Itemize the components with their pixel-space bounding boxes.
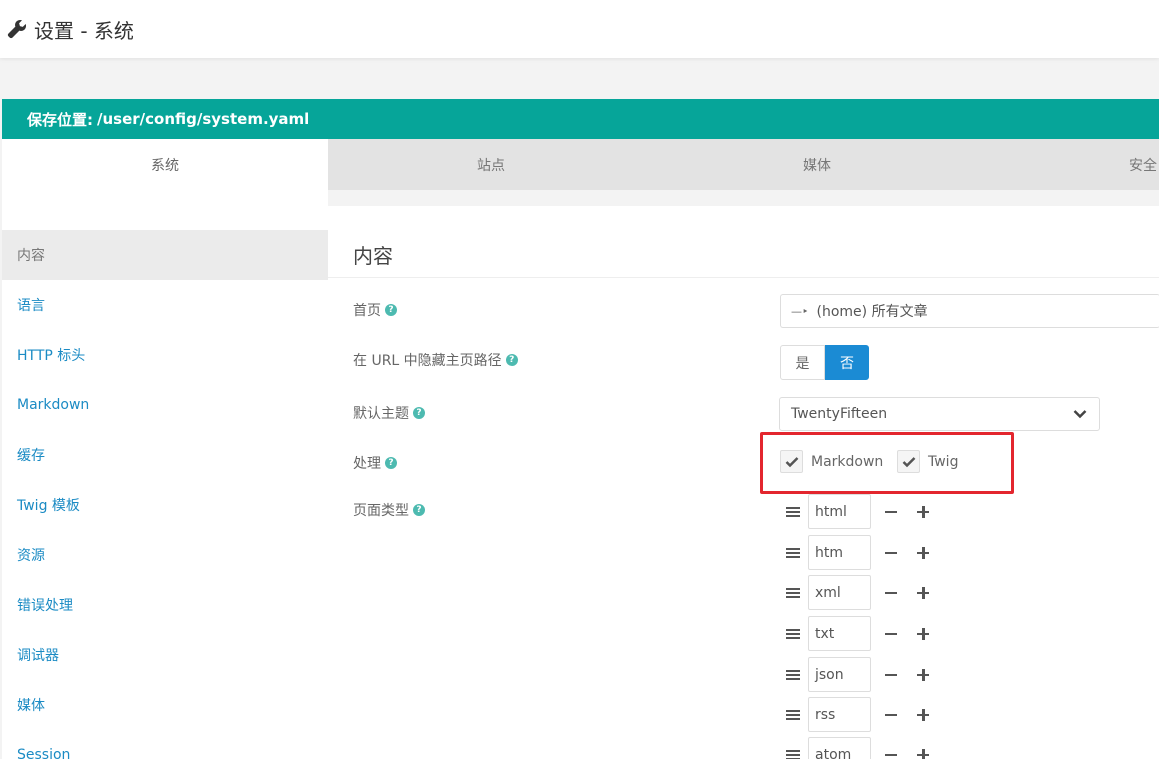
minus-icon[interactable] — [885, 547, 897, 559]
help-icon[interactable]: ? — [385, 457, 397, 469]
checkbox[interactable] — [897, 450, 920, 473]
list-item: rss — [786, 697, 929, 732]
drag-handle-icon[interactable] — [786, 749, 800, 759]
list-item: xml — [786, 575, 929, 610]
plus-icon[interactable] — [917, 748, 929, 759]
main-panel: 内容 首页 ? —‣ (home) 所有文章 在 URL 中隐藏主页路径 ? 是… — [328, 206, 1159, 759]
sidebar-item-cache[interactable]: 缓存 — [2, 430, 328, 480]
plus-icon[interactable] — [917, 586, 929, 599]
home-page-value: (home) 所有文章 — [816, 304, 928, 320]
toggle-no-button[interactable]: 否 — [825, 345, 869, 380]
process-markdown-checkbox[interactable]: Markdown — [780, 450, 883, 473]
minus-icon[interactable] — [885, 587, 897, 599]
minus-icon[interactable] — [885, 749, 897, 759]
hide-home-route-toggle: 是 否 — [780, 345, 869, 380]
sidebar-item-assets[interactable]: 资源 — [2, 530, 328, 580]
sidebar-item-markdown[interactable]: Markdown — [2, 380, 328, 430]
list-item: txt — [786, 616, 929, 651]
page-type-input[interactable]: html — [808, 494, 871, 529]
home-page-select[interactable]: —‣ (home) 所有文章 — [780, 294, 1159, 328]
tab-media[interactable]: 媒体 — [654, 139, 980, 190]
section-title: 内容 — [353, 244, 393, 268]
minus-icon[interactable] — [885, 669, 897, 681]
hide-home-route-label: 在 URL 中隐藏主页路径 ? — [353, 350, 518, 370]
save-location-label: 保存位置: — [27, 110, 93, 129]
plus-icon[interactable] — [917, 627, 929, 640]
list-item: atom — [786, 737, 929, 759]
save-location-bar: 保存位置: /user/config/system.yaml — [2, 99, 1159, 139]
home-label: 首页 ? — [353, 300, 397, 320]
sidebar-item-session[interactable]: Session — [2, 730, 328, 759]
default-theme-select[interactable]: TwentyFifteen — [779, 397, 1100, 431]
sidebar-item-content[interactable]: 内容 — [2, 230, 328, 280]
drag-handle-icon[interactable] — [786, 669, 800, 681]
home-label-text: 首页 — [353, 303, 381, 319]
settings-tabs: 系统 站点 媒体 安全 — [2, 139, 1159, 190]
list-item: htm — [786, 535, 929, 570]
page-type-input[interactable]: json — [808, 657, 871, 692]
tab-site[interactable]: 站点 — [328, 139, 654, 190]
list-item: json — [786, 657, 929, 692]
hide-home-route-label-text: 在 URL 中隐藏主页路径 — [353, 353, 502, 369]
toggle-yes-button[interactable]: 是 — [780, 345, 825, 380]
plus-icon[interactable] — [917, 546, 929, 559]
page-type-input[interactable]: atom — [808, 737, 871, 759]
page-type-input[interactable]: xml — [808, 575, 871, 610]
sidebar-item-errors[interactable]: 错误处理 — [2, 580, 328, 630]
page-type-input[interactable]: txt — [808, 616, 871, 651]
drag-handle-icon[interactable] — [786, 587, 800, 599]
sidebar-item-language[interactable]: 语言 — [2, 280, 328, 330]
minus-icon[interactable] — [885, 506, 897, 518]
page-types-label-text: 页面类型 — [353, 503, 409, 519]
plus-icon[interactable] — [917, 668, 929, 681]
help-icon[interactable]: ? — [505, 354, 518, 366]
help-icon[interactable]: ? — [413, 407, 425, 419]
drag-handle-icon[interactable] — [786, 628, 800, 640]
checkbox-label: Twig — [928, 453, 959, 470]
section-divider — [328, 277, 1159, 278]
page-types-label: 页面类型 ? — [353, 500, 425, 520]
top-bar: 设置 - 系统 — [0, 0, 1159, 58]
sidebar-item-twig[interactable]: Twig 模板 — [2, 480, 328, 530]
save-location-path: /user/config/system.yaml — [97, 110, 310, 128]
default-theme-label: 默认主题 ? — [353, 403, 425, 423]
process-label: 处理 ? — [353, 453, 397, 473]
tab-security[interactable]: 安全 — [980, 139, 1159, 190]
checkbox-label: Markdown — [811, 453, 884, 470]
sidebar: 内容 语言 HTTP 标头 Markdown 缓存 Twig 模板 资源 错误处… — [2, 190, 328, 759]
help-icon[interactable]: ? — [413, 504, 425, 516]
checkmark-icon — [902, 456, 915, 467]
page-type-input[interactable]: rss — [808, 697, 871, 732]
list-item: html — [786, 494, 929, 529]
sidebar-item-debugger[interactable]: 调试器 — [2, 630, 328, 680]
default-theme-value: TwentyFifteen — [791, 406, 888, 422]
minus-icon[interactable] — [885, 628, 897, 640]
minus-icon[interactable] — [885, 709, 897, 721]
sidebar-item-http-headers[interactable]: HTTP 标头 — [2, 330, 328, 380]
process-twig-checkbox[interactable]: Twig — [897, 450, 958, 473]
tab-system[interactable]: 系统 — [2, 139, 328, 190]
process-label-text: 处理 — [353, 456, 381, 472]
wrench-icon — [7, 19, 27, 39]
chevron-down-icon — [1073, 410, 1087, 419]
help-icon[interactable]: ? — [385, 304, 397, 316]
sidebar-item-media[interactable]: 媒体 — [2, 680, 328, 730]
drag-handle-icon[interactable] — [786, 506, 800, 518]
page-title: 设置 - 系统 — [34, 18, 134, 43]
drag-handle-icon[interactable] — [786, 709, 800, 721]
checkmark-icon — [785, 456, 798, 467]
route-prefix-icon: —‣ — [791, 304, 809, 318]
plus-icon[interactable] — [917, 708, 929, 721]
page-type-input[interactable]: htm — [808, 535, 871, 570]
plus-icon[interactable] — [917, 505, 929, 518]
checkbox[interactable] — [780, 450, 803, 473]
drag-handle-icon[interactable] — [786, 547, 800, 559]
default-theme-label-text: 默认主题 — [353, 406, 409, 422]
